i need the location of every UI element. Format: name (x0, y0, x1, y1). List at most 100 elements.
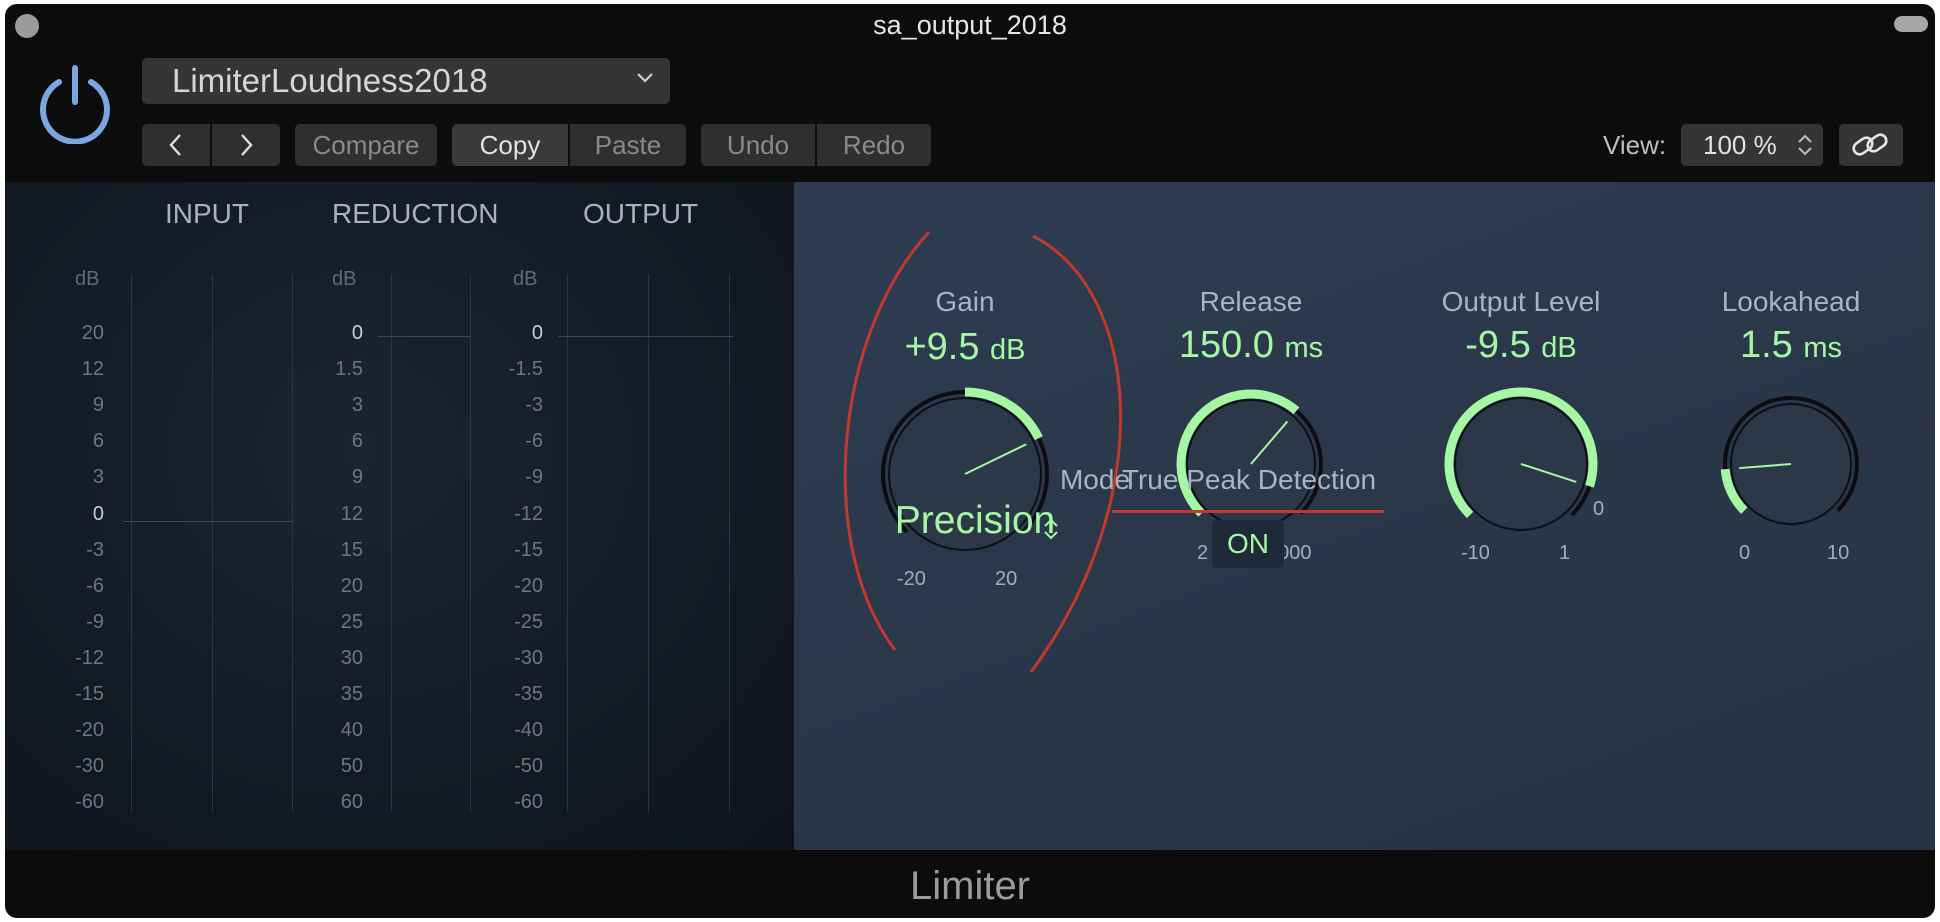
meter-tick-label: -9 (525, 466, 543, 489)
stepper-arrows-icon (1798, 134, 1812, 156)
output-level-value: -9.5 dB (1465, 324, 1577, 366)
meter-tick-label: 9 (351, 466, 363, 489)
input-meter-track (292, 274, 293, 812)
compare-button[interactable]: Compare (295, 124, 437, 166)
meter-tick-label: 3 (351, 394, 363, 417)
output-meter-track (567, 274, 568, 812)
true-peak-toggle[interactable]: ON (1212, 520, 1284, 568)
lookahead-min-label: 0 (1739, 542, 1751, 564)
view-label: View: (1603, 130, 1667, 160)
meter-tick-label: 0 (92, 502, 104, 525)
input-meter-track (131, 274, 132, 812)
gain-label: Gain (935, 286, 995, 317)
output-level-min-label: -10 (1461, 542, 1490, 564)
meter-tick-label: -60 (514, 791, 543, 814)
meter-tick-label: -40 (514, 719, 543, 742)
meter-tick-label: -1.5 (508, 358, 543, 381)
chevron-down-icon (637, 73, 653, 83)
preset-dropdown[interactable]: LimiterLoudness2018 (142, 58, 670, 104)
meter-tick-label: 0 (531, 322, 543, 344)
input-zero-line (123, 521, 293, 522)
window-title: sa_output_2018 (873, 10, 1067, 40)
lookahead-max-label: 10 (1827, 542, 1850, 564)
reduction-meter-track (391, 274, 392, 812)
view-zoom-value: 100 % (1703, 130, 1777, 160)
meter-tick-label: -3 (86, 538, 104, 561)
release-value: 150.0 ms (1178, 324, 1324, 366)
meter-tick-label: -12 (514, 502, 543, 525)
meter-tick-label: 25 (340, 610, 363, 633)
meter-tick-label: -25 (514, 610, 543, 633)
output-level-label: Output Level (1441, 286, 1601, 317)
meter-tick-label: -20 (514, 574, 543, 597)
preset-name: LimiterLoudness2018 (172, 62, 488, 99)
meter-tick-label: 12 (340, 502, 363, 525)
meter-tick-label: -9 (86, 610, 104, 633)
undo-button[interactable]: Undo (701, 124, 815, 166)
meter-tick-label: -50 (514, 755, 543, 778)
gain-max-label: 20 (995, 568, 1018, 590)
meter-tick-label: -35 (514, 683, 543, 705)
copy-button[interactable]: Copy (452, 124, 568, 166)
meter-tick-label: 20 (81, 322, 104, 344)
lookahead-knob[interactable] (1711, 384, 1871, 544)
release-min-label: 2 (1197, 542, 1209, 564)
output-meter-title: OUTPUT (583, 198, 699, 229)
link-icon (1852, 133, 1888, 156)
redo-button[interactable]: Redo (817, 124, 931, 166)
meter-tick-label: 35 (340, 683, 363, 705)
reduction-meter-title: REDUCTION (332, 198, 499, 229)
meter-tick-label: 6 (351, 430, 363, 453)
output-level-knob[interactable] (1441, 384, 1601, 544)
lookahead-value: 1.5 ms (1739, 324, 1843, 366)
reduction-unit-label: dB (332, 268, 357, 290)
meter-tick-label: 20 (340, 574, 363, 597)
output-level-max-label: 1 (1559, 542, 1571, 564)
gain-min-label: -20 (897, 568, 926, 590)
lookahead-label: Lookahead (1721, 286, 1861, 317)
plugin-name: Limiter (909, 864, 1031, 908)
output-unit-label: dB (513, 268, 538, 290)
chevron-right-icon (241, 134, 253, 156)
meter-tick-label: 60 (340, 791, 363, 814)
meter-tick-label: 1.5 (335, 358, 363, 381)
next-preset-button[interactable] (212, 124, 280, 166)
meter-tick-label: -20 (75, 719, 104, 742)
meter-tick-label: 3 (92, 466, 104, 489)
reduction-zero-line (378, 336, 470, 337)
view-zoom-select[interactable]: 100 % (1681, 124, 1823, 166)
link-button[interactable] (1839, 124, 1903, 166)
power-icon[interactable] (35, 60, 115, 144)
gain-value: +9.5 dB (904, 326, 1026, 368)
highlight-underline (1112, 510, 1384, 513)
stepper-arrows-icon[interactable] (1043, 516, 1059, 542)
reduction-meter-track (470, 274, 471, 812)
meter-tick-label: -3 (525, 394, 543, 417)
meter-tick-label: -30 (514, 646, 543, 669)
meter-tick-label: 15 (340, 538, 363, 561)
input-unit-label: dB (75, 268, 100, 290)
true-peak-label: True Peak Detection (1121, 464, 1377, 495)
meter-tick-label: 12 (81, 358, 104, 381)
title-bar: sa_output_2018 (5, 4, 1935, 48)
meter-tick-label: -60 (75, 791, 104, 814)
previous-preset-button[interactable] (142, 124, 210, 166)
output-zero-line (558, 336, 733, 337)
plugin-window: sa_output_2018 LimiterLoudness2018 Compa… (5, 4, 1935, 918)
meter-tick-label: -15 (75, 683, 104, 705)
meter-tick-label: 30 (340, 646, 363, 669)
meters-panel: INPUT REDUCTION OUTPUT dB dB dB 20 12 9 6 3 0… (5, 182, 794, 850)
meter-tick-label: 9 (92, 394, 104, 417)
paste-button[interactable]: Paste (570, 124, 686, 166)
meter-tick-label: -6 (86, 574, 104, 597)
meter-tick-label: -6 (525, 430, 543, 453)
input-meter-title: INPUT (165, 198, 249, 229)
meter-tick-label: -30 (75, 755, 104, 778)
meter-tick-label: -15 (514, 538, 543, 561)
meter-tick-label: -12 (75, 646, 104, 669)
meter-tick-label: 50 (340, 755, 363, 778)
release-label: Release (1199, 286, 1303, 317)
window-control-button[interactable] (1894, 16, 1928, 32)
output-meter-track (648, 274, 649, 812)
meter-tick-label: 40 (340, 719, 363, 742)
